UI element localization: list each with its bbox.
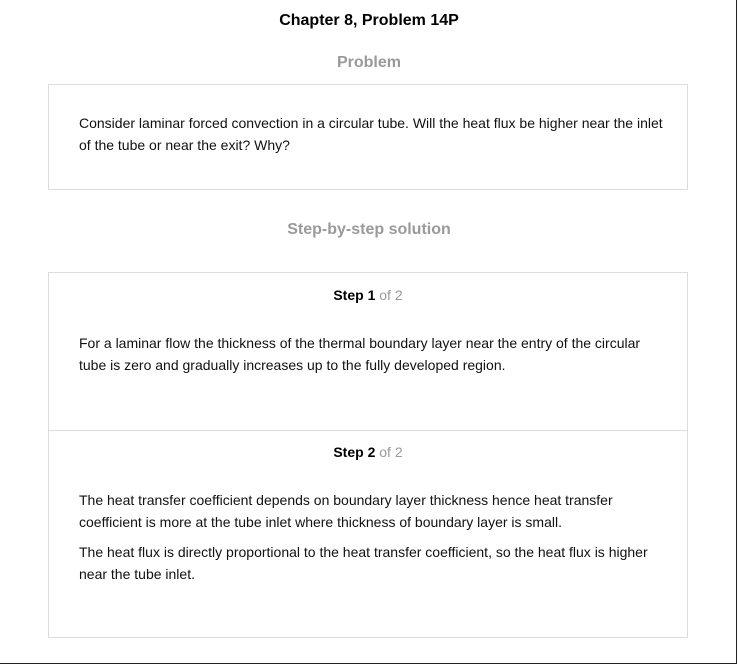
solution-heading: Step-by-step solution <box>287 221 451 238</box>
step-of-label: of <box>379 287 391 303</box>
page-title: Chapter 8, Problem 14P <box>279 12 459 29</box>
problem-statement: Consider laminar forced convection in a … <box>79 112 669 156</box>
step-1-header: Step 1 of 2 <box>49 287 687 303</box>
step-label: Step <box>333 444 364 460</box>
step-number: 1 <box>367 287 376 303</box>
step-of-label: of <box>379 444 391 460</box>
step-total: 2 <box>394 444 403 460</box>
step-1-body: For a laminar flow the thickness of the … <box>79 332 669 376</box>
step-divider <box>49 430 687 431</box>
step-number: 2 <box>367 444 376 460</box>
step-2-header: Step 2 of 2 <box>49 444 687 460</box>
problem-heading: Problem <box>336 54 401 71</box>
solution-box: Step 1 of 2 For a laminar flow the thick… <box>48 272 688 638</box>
step-2-paragraph-1: The heat transfer coefficient depends on… <box>79 492 613 530</box>
step-total: 2 <box>394 287 403 303</box>
problem-box: Consider laminar forced convection in a … <box>48 84 688 190</box>
step-1-paragraph-1: For a laminar flow the thickness of the … <box>79 335 641 373</box>
step-2-paragraph-2: The heat flux is directly proportional t… <box>79 544 648 582</box>
step-2-body: The heat transfer coefficient depends on… <box>79 489 669 585</box>
problem-text: Consider laminar forced convection in a … <box>79 115 663 153</box>
step-label: Step <box>333 287 364 303</box>
